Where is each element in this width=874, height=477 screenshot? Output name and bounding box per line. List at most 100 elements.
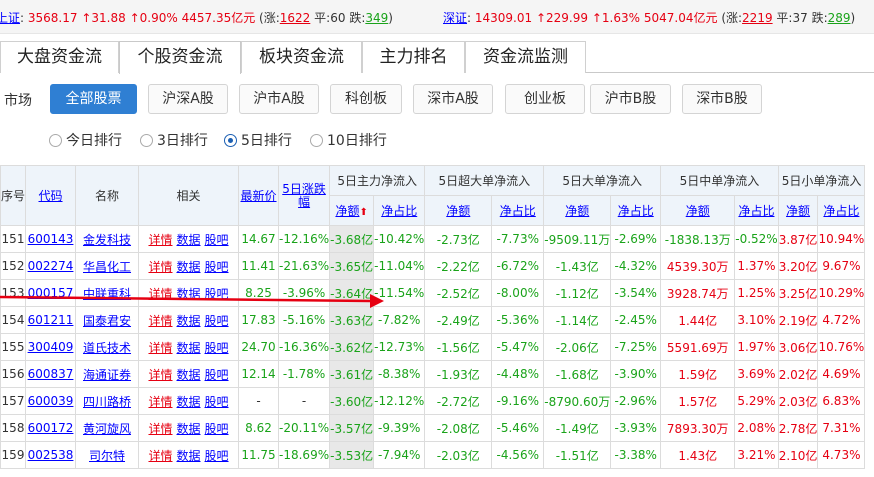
header-mid-ratio-label[interactable]: 净占比 — [738, 204, 774, 218]
header-price[interactable]: 最新价 — [238, 165, 280, 226]
row-code-cell[interactable]: 600039 — [25, 387, 77, 415]
header-main-ratio[interactable]: 净占比 — [373, 195, 426, 226]
header-small-ratio-label[interactable]: 净占比 — [823, 204, 859, 218]
header-main-amount[interactable]: 净额⬆ — [329, 195, 375, 226]
detail-link[interactable]: 详情 — [148, 368, 172, 382]
stock-name-link[interactable]: 海通证券 — [83, 368, 131, 382]
rank-5day-radio[interactable]: 5日排行 — [224, 130, 292, 150]
market-sh-a-button[interactable]: 沪市A股 — [239, 84, 319, 114]
detail-link[interactable]: 详情 — [148, 422, 172, 436]
rank-3day-radio[interactable]: 3日排行 — [140, 130, 208, 150]
stock-code-link[interactable]: 600172 — [28, 421, 74, 435]
market-all-button[interactable]: 全部股票 — [50, 84, 137, 114]
row-name-cell[interactable]: 国泰君安 — [75, 306, 140, 334]
row-code-cell[interactable]: 601211 — [25, 306, 77, 334]
stock-code-link[interactable]: 600837 — [28, 367, 74, 381]
stock-name-link[interactable]: 黄河旋风 — [83, 422, 131, 436]
tab-sector-flow[interactable]: 板块资金流 — [241, 41, 362, 73]
data-link[interactable]: 数据 — [177, 287, 201, 301]
row-name-cell[interactable]: 四川路桥 — [75, 387, 140, 415]
tab-main-rank[interactable]: 主力排名 — [362, 41, 465, 73]
row-code-cell[interactable]: 600143 — [25, 225, 77, 253]
forum-link[interactable]: 股吧 — [205, 341, 229, 355]
forum-link[interactable]: 股吧 — [205, 368, 229, 382]
stock-code-link[interactable]: 002274 — [28, 259, 74, 273]
row-name-cell[interactable]: 黄河旋风 — [75, 414, 140, 442]
forum-link[interactable]: 股吧 — [205, 395, 229, 409]
stock-code-link[interactable]: 000157 — [28, 286, 74, 300]
sh-down-count[interactable]: 349 — [365, 11, 388, 25]
sz-down-count[interactable]: 289 — [828, 11, 851, 25]
stock-name-link[interactable]: 司尔特 — [89, 449, 125, 463]
stock-name-link[interactable]: 金发科技 — [83, 233, 131, 247]
stock-code-link[interactable]: 600039 — [28, 394, 74, 408]
header-big-amount[interactable]: 净额 — [543, 195, 612, 226]
market-star-button[interactable]: 科创板 — [330, 84, 402, 114]
header-big-ratio-label[interactable]: 净占比 — [618, 204, 654, 218]
stock-name-link[interactable]: 道氏技术 — [83, 341, 131, 355]
detail-link[interactable]: 详情 — [148, 233, 172, 247]
forum-link[interactable]: 股吧 — [205, 260, 229, 274]
header-change[interactable]: 5日涨跌幅 — [278, 165, 331, 226]
data-link[interactable]: 数据 — [177, 233, 201, 247]
row-name-cell[interactable]: 华昌化工 — [75, 252, 140, 280]
market-sh-b-button[interactable]: 沪市B股 — [590, 84, 671, 114]
header-super-amount-label[interactable]: 净额 — [446, 204, 470, 218]
rank-10day-radio[interactable]: 10日排行 — [310, 130, 387, 150]
header-main-ratio-label[interactable]: 净占比 — [381, 204, 417, 218]
header-big-ratio[interactable]: 净占比 — [610, 195, 662, 226]
row-name-cell[interactable]: 道氏技术 — [75, 333, 140, 361]
data-link[interactable]: 数据 — [177, 314, 201, 328]
stock-code-link[interactable]: 002538 — [28, 448, 74, 462]
forum-link[interactable]: 股吧 — [205, 233, 229, 247]
row-name-cell[interactable]: 金发科技 — [75, 225, 140, 253]
header-main-amount-label[interactable]: 净额 — [335, 204, 359, 218]
tab-market-flow[interactable]: 大盘资金流 — [0, 41, 119, 73]
stock-name-link[interactable]: 四川路桥 — [83, 395, 131, 409]
detail-link[interactable]: 详情 — [148, 341, 172, 355]
market-sz-b-button[interactable]: 深市B股 — [682, 84, 762, 114]
stock-code-link[interactable]: 601211 — [28, 313, 74, 327]
stock-name-link[interactable]: 中联重科 — [83, 287, 131, 301]
header-code-label[interactable]: 代码 — [39, 189, 63, 203]
sh-up-count[interactable]: 1622 — [280, 11, 311, 25]
row-name-cell[interactable]: 海通证券 — [75, 360, 140, 388]
row-name-cell[interactable]: 中联重科 — [75, 279, 140, 307]
header-code[interactable]: 代码 — [25, 165, 77, 226]
forum-link[interactable]: 股吧 — [205, 287, 229, 301]
tab-stock-flow[interactable]: 个股资金流 — [119, 41, 241, 74]
data-link[interactable]: 数据 — [177, 395, 201, 409]
detail-link[interactable]: 详情 — [148, 287, 172, 301]
data-link[interactable]: 数据 — [177, 422, 201, 436]
sh-index-link[interactable]: 上证 — [0, 11, 20, 25]
row-code-cell[interactable]: 000157 — [25, 279, 77, 307]
sz-index-link[interactable]: 深证 — [443, 11, 467, 25]
forum-link[interactable]: 股吧 — [205, 314, 229, 328]
detail-link[interactable]: 详情 — [148, 314, 172, 328]
market-gem-button[interactable]: 创业板 — [505, 84, 585, 114]
row-code-cell[interactable]: 600172 — [25, 414, 77, 442]
data-link[interactable]: 数据 — [177, 449, 201, 463]
header-change-label[interactable]: 5日涨跌幅 — [282, 182, 326, 209]
data-link[interactable]: 数据 — [177, 368, 201, 382]
stock-name-link[interactable]: 国泰君安 — [83, 314, 131, 328]
header-mid-amount-label[interactable]: 净额 — [686, 204, 710, 218]
row-code-cell[interactable]: 002538 — [25, 441, 77, 469]
header-small-amount-label[interactable]: 净额 — [786, 204, 810, 218]
header-mid-amount[interactable]: 净额 — [660, 195, 736, 226]
market-sz-a-button[interactable]: 深市A股 — [413, 84, 493, 114]
data-link[interactable]: 数据 — [177, 341, 201, 355]
forum-link[interactable]: 股吧 — [205, 422, 229, 436]
rank-today-radio[interactable]: 今日排行 — [49, 130, 122, 150]
detail-link[interactable]: 详情 — [148, 260, 172, 274]
detail-link[interactable]: 详情 — [148, 449, 172, 463]
header-mid-ratio[interactable]: 净占比 — [734, 195, 779, 226]
header-super-ratio-label[interactable]: 净占比 — [500, 204, 536, 218]
row-name-cell[interactable]: 司尔特 — [75, 441, 140, 469]
header-big-amount-label[interactable]: 净额 — [565, 204, 589, 218]
row-code-cell[interactable]: 002274 — [25, 252, 77, 280]
row-code-cell[interactable]: 300409 — [25, 333, 77, 361]
detail-link[interactable]: 详情 — [148, 395, 172, 409]
data-link[interactable]: 数据 — [177, 260, 201, 274]
header-price-label[interactable]: 最新价 — [241, 189, 277, 203]
